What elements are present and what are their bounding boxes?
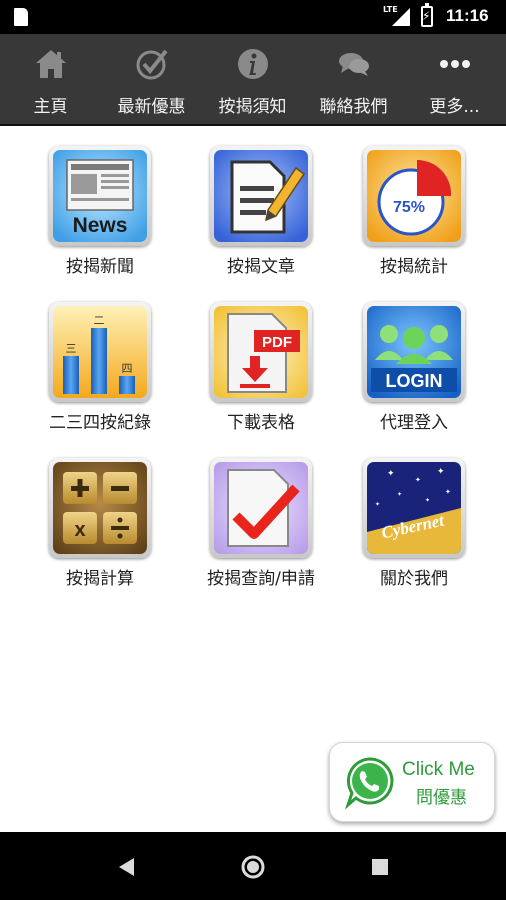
svg-text:二: 二 [94,314,105,327]
nav-mortgage-info-label: 按揭須知 [218,97,287,117]
checkmark-circle-icon [136,49,168,80]
tile-agent-login[interactable]: LOGIN 代理登入 [339,282,489,433]
tile-agent-login-label: 代理登入 [380,413,448,433]
pdf-download-icon: PDF [214,306,308,398]
login-icon: LOGIN [367,306,461,398]
svg-text:✦: ✦ [375,501,380,508]
svg-text:✦: ✦ [387,469,395,479]
whatsapp-button-label: Click Me [402,759,475,780]
tile-mortgage-statistics[interactable]: 75% 按揭統計 [339,126,489,277]
tile-second-mortgage-records[interactable]: 三 二 四 二三四按紀錄 [25,282,175,433]
svg-text:✦: ✦ [437,467,445,477]
svg-text:✦: ✦ [397,491,402,498]
calculator-icon: x [53,462,147,554]
back-icon[interactable] [112,852,142,882]
pie-chart-icon-text: 75% [393,199,425,216]
tile-download-forms[interactable]: PDF 下載表格 [186,282,336,433]
tile-second-mortgage-records-label: 二三四按紀錄 [49,413,151,433]
nav-latest-offers-label: 最新優惠 [117,97,186,117]
home-icon [36,50,66,78]
svg-text:✦: ✦ [425,497,430,504]
document-edit-icon [214,150,308,242]
clock: 11:16 [446,6,489,25]
whatsapp-icon [345,757,394,809]
top-nav-bar: 主頁 最新優惠 按揭須知 聯絡我們 更多... [0,34,506,126]
nav-contact-us[interactable]: 聯絡我們 [303,34,404,126]
tile-about-us[interactable]: ✦ ✦ ✦ ✦ ✦ ✦ ✦ Cybernet 關於我們 [339,438,489,589]
signal-icon [392,8,410,26]
home-button-icon[interactable] [238,852,268,882]
tile-about-us-label: 關於我們 [380,569,448,589]
cybernet-logo-icon: ✦ ✦ ✦ ✦ ✦ ✦ ✦ Cybernet [367,462,461,554]
svg-text:三: 三 [66,342,77,355]
tile-mortgage-news-label: 按揭新聞 [66,257,134,277]
news-icon-text: News [73,214,128,237]
tile-mortgage-calculator-label: 按揭計算 [66,569,134,589]
tile-mortgage-enquiry[interactable]: 按揭查詢/申請 [186,438,336,589]
svg-text:x: x [74,519,85,541]
nav-latest-offers[interactable]: 最新優惠 [101,34,202,126]
whatsapp-button[interactable]: Click Me 問優惠 [329,742,495,822]
nav-more[interactable]: 更多... [404,34,505,126]
recents-icon[interactable] [365,852,395,882]
tile-mortgage-statistics-label: 按揭統計 [380,257,448,277]
nav-home-label: 主頁 [33,97,68,117]
status-bar: LTE ⚡ 11:16 [0,0,506,34]
svg-text:✦: ✦ [415,476,421,484]
nav-mortgage-info[interactable]: 按揭須知 [202,34,303,126]
svg-text:✦: ✦ [445,488,451,496]
whatsapp-button-sublabel: 問優惠 [416,788,467,808]
tile-mortgage-articles[interactable]: 按揭文章 [186,126,336,277]
pie-chart-icon: 75% [367,150,461,242]
system-nav-bar [0,832,506,900]
checklist-icon [214,462,308,554]
login-icon-text: LOGIN [386,371,443,391]
news-icon: News [53,150,147,242]
nav-more-label: 更多... [429,97,480,117]
pdf-icon-text: PDF [262,334,292,351]
nav-home[interactable]: 主頁 [0,34,101,126]
bar-chart-icon: 三 二 四 [53,306,147,398]
sim-card-icon [14,8,28,26]
tile-mortgage-calculator[interactable]: x 按揭計算 [25,438,175,589]
svg-text:四: 四 [122,362,133,375]
nav-contact-us-label: 聯絡我們 [319,97,388,117]
battery-charging-icon: ⚡ [421,3,433,27]
more-dots-icon [440,60,470,68]
info-icon [238,49,268,79]
tile-mortgage-news[interactable]: News 按揭新聞 [25,126,175,277]
chat-bubbles-icon [339,53,369,76]
